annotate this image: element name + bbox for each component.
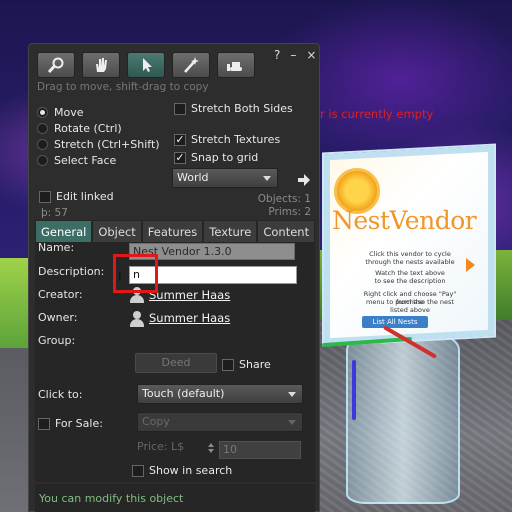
tab-texture[interactable]: Texture bbox=[203, 220, 258, 242]
checkbox-label: Stretch Textures bbox=[191, 133, 281, 146]
owner-link[interactable]: Summer Haas bbox=[149, 311, 230, 325]
tab-features[interactable]: Features bbox=[141, 220, 204, 242]
close-button[interactable]: × bbox=[306, 48, 316, 62]
help-button[interactable]: ? bbox=[274, 48, 280, 62]
objects-count: Objects: 1 bbox=[257, 193, 311, 205]
status-text: You can modify this object bbox=[39, 492, 184, 505]
tool-bar bbox=[37, 52, 255, 78]
checkbox-label: Edit linked bbox=[56, 190, 114, 203]
for-sale-checkbox[interactable]: For Sale: bbox=[38, 417, 103, 430]
dropdown-value: World bbox=[177, 171, 209, 184]
vendor-text: Watch the text above bbox=[375, 269, 445, 277]
prims-count: Prims: 2 bbox=[268, 206, 311, 218]
group-label: Group: bbox=[38, 334, 76, 347]
tab-general[interactable]: General bbox=[35, 220, 93, 242]
grid-ruler-dropdown[interactable]: World bbox=[172, 168, 278, 188]
vendor-brand: NestVendor bbox=[332, 206, 477, 235]
dropdown-value: Copy bbox=[142, 415, 170, 428]
sale-type-dropdown[interactable]: Copy bbox=[137, 412, 303, 432]
wand-icon bbox=[184, 57, 199, 73]
tab-content[interactable]: Content bbox=[257, 220, 316, 242]
hand-icon bbox=[96, 58, 107, 72]
focus-tool-button[interactable] bbox=[37, 52, 75, 78]
edit-tool-button[interactable] bbox=[127, 52, 165, 78]
checkmark-icon[interactable]: ✓ bbox=[174, 133, 186, 146]
vendor-empty-message: r is currently empty bbox=[320, 107, 434, 121]
vendor-text: through the nests available bbox=[365, 258, 455, 266]
mode-select-face-radio[interactable]: Select Face bbox=[37, 154, 116, 167]
chevron-down-icon bbox=[263, 176, 271, 181]
vendor-text: to see the description bbox=[374, 277, 446, 285]
stretch-both-sides-checkbox[interactable]: Stretch Both Sides bbox=[174, 102, 293, 115]
bulldozer-icon bbox=[227, 62, 242, 71]
checkbox-box[interactable] bbox=[39, 190, 51, 203]
tab-bar: General Object Features Texture Content bbox=[35, 220, 316, 242]
stretch-textures-checkbox[interactable]: ✓ Stretch Textures bbox=[174, 133, 280, 146]
move-axis-z-handle[interactable] bbox=[352, 360, 356, 420]
build-floater: ? – × Drag to move, shift-drag to copy M… bbox=[28, 43, 320, 512]
create-tool-button[interactable] bbox=[172, 52, 210, 78]
checkbox-label: Snap to grid bbox=[191, 151, 259, 164]
price-spinner[interactable] bbox=[205, 441, 217, 459]
price-input[interactable]: 10 bbox=[219, 441, 301, 459]
drag-hint: Drag to move, shift-drag to copy bbox=[37, 81, 209, 93]
chevron-down-icon bbox=[288, 392, 296, 397]
checkbox-box[interactable] bbox=[174, 102, 186, 115]
vendor-pedestal[interactable] bbox=[346, 330, 460, 504]
checkbox-label: Share bbox=[239, 358, 271, 371]
radio-indicator[interactable] bbox=[37, 123, 48, 134]
land-tool-button[interactable] bbox=[217, 52, 255, 78]
mode-label: Rotate (Ctrl) bbox=[54, 122, 122, 135]
mode-rotate-radio[interactable]: Rotate (Ctrl) bbox=[37, 122, 122, 135]
click-action-dropdown[interactable]: Touch (default) bbox=[137, 384, 303, 404]
name-label: Name: bbox=[38, 241, 75, 254]
grid-options-arrow-icon[interactable] bbox=[297, 174, 311, 186]
radio-indicator[interactable] bbox=[37, 139, 48, 150]
radio-indicator[interactable] bbox=[37, 155, 48, 166]
price-label: Price: L$ bbox=[137, 440, 185, 453]
next-arrow-icon[interactable] bbox=[466, 258, 475, 272]
click-to-label: Click to: bbox=[38, 388, 83, 401]
tab-object[interactable]: Object bbox=[92, 220, 142, 242]
checkbox-box[interactable] bbox=[38, 417, 50, 430]
owner-label: Owner: bbox=[38, 311, 78, 324]
vendor-text: Click this vendor to cycle bbox=[369, 250, 451, 258]
mode-label: Select Face bbox=[54, 154, 117, 167]
mode-label: Stretch (Ctrl+Shift) bbox=[54, 138, 160, 151]
share-checkbox[interactable]: Share bbox=[222, 358, 271, 371]
show-in-search-checkbox[interactable]: Show in search bbox=[132, 464, 232, 477]
mode-label: Move bbox=[54, 106, 84, 119]
spinner-up-icon bbox=[208, 443, 214, 447]
ground-terrain bbox=[0, 348, 30, 512]
spinner-down-icon bbox=[208, 449, 214, 453]
deed-button[interactable]: Deed bbox=[135, 353, 217, 373]
checkbox-label: For Sale: bbox=[55, 417, 103, 430]
grass-terrain bbox=[0, 258, 30, 348]
avatar-icon bbox=[129, 311, 145, 327]
vendor-text: menu to purchase the nest listed above bbox=[366, 298, 454, 314]
move-tool-button[interactable] bbox=[82, 52, 120, 78]
description-label: Description: bbox=[38, 265, 105, 278]
magnifier-icon bbox=[47, 57, 64, 74]
creator-link[interactable]: Summer Haas bbox=[149, 288, 230, 302]
prim-id: þ: 57 bbox=[41, 207, 68, 219]
creator-label: Creator: bbox=[38, 288, 83, 301]
edit-linked-checkbox[interactable]: Edit linked bbox=[39, 190, 114, 203]
checkbox-label: Show in search bbox=[149, 464, 233, 477]
minimize-button[interactable]: – bbox=[290, 48, 296, 62]
mode-stretch-radio[interactable]: Stretch (Ctrl+Shift) bbox=[37, 138, 160, 151]
window-controls: ? – × bbox=[274, 48, 316, 62]
dropdown-value: Touch (default) bbox=[142, 387, 225, 400]
checkbox-box[interactable] bbox=[132, 464, 144, 477]
snap-to-grid-checkbox[interactable]: ✓ Snap to grid bbox=[174, 151, 258, 164]
checkmark-icon[interactable]: ✓ bbox=[174, 151, 186, 164]
focus-highlight bbox=[113, 254, 158, 293]
checkbox-box[interactable] bbox=[222, 358, 234, 371]
list-all-nests-button[interactable]: List All Nests bbox=[362, 316, 428, 328]
chevron-down-icon bbox=[288, 420, 296, 425]
mode-move-radio[interactable]: Move bbox=[37, 106, 84, 119]
radio-indicator[interactable] bbox=[37, 107, 48, 118]
checkbox-label: Stretch Both Sides bbox=[191, 102, 293, 115]
cursor-icon bbox=[143, 58, 152, 72]
